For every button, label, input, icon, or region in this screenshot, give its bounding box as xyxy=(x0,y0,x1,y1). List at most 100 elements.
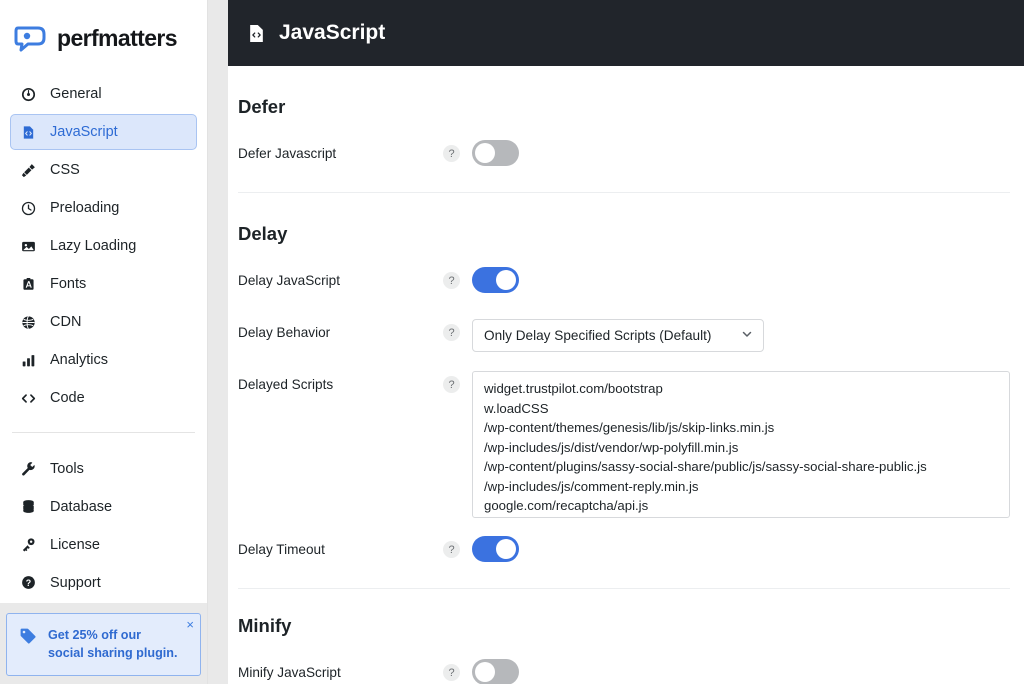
help-icon[interactable]: ? xyxy=(443,324,460,341)
sidebar-item-database[interactable]: Database xyxy=(10,489,197,525)
delay-behavior-select[interactable]: Only Delay Specified Scripts (Default) xyxy=(472,319,764,352)
row-delayed-scripts: Delayed Scripts ? widget.trustpilot.com/… xyxy=(238,371,1010,518)
sidebar: perfmatters General JavaScript CSS Prelo… xyxy=(0,0,208,684)
sidebar-item-label: General xyxy=(50,86,102,102)
sidebar-item-label: Tools xyxy=(50,460,84,477)
sidebar-item-preloading[interactable]: Preloading xyxy=(10,190,197,226)
row-label: Minify JavaScript xyxy=(238,665,341,680)
gauge-icon xyxy=(20,86,37,103)
delayed-script-line: /wp-content/themes/genesis/lib/js/skip-l… xyxy=(484,420,775,435)
help-icon[interactable]: ? xyxy=(443,541,460,558)
sidebar-item-label: Database xyxy=(50,498,113,515)
promo-banner-wrapper: Get 25% off our social sharing plugin. × xyxy=(0,602,207,684)
brand: perfmatters xyxy=(0,0,207,72)
delayed-script-line: w.loadCSS xyxy=(484,400,549,416)
section-minify: Minify Minify JavaScript ? xyxy=(228,589,1024,684)
sidebar-item-label: JavaScript xyxy=(50,124,118,140)
promo-text: Get 25% off our social sharing plugin. xyxy=(48,627,178,660)
settings-content: Defer Defer Javascript ? Delay Delay Jav xyxy=(228,66,1024,684)
help-icon[interactable]: ? xyxy=(443,272,460,289)
delayed-script-line: widget.trustpilot.com/bootstrap xyxy=(484,381,663,396)
toggle-knob xyxy=(496,270,516,290)
brand-name: perfmatters xyxy=(57,24,178,51)
layout-gutter xyxy=(208,0,228,684)
sidebar-item-lazy-loading[interactable]: Lazy Loading xyxy=(10,228,197,264)
sidebar-item-label: Lazy Loading xyxy=(50,238,137,254)
sidebar-item-label: CSS xyxy=(50,162,80,178)
sidebar-item-support[interactable]: ? Support xyxy=(10,565,197,601)
control: Only Delay Specified Scripts (Default) xyxy=(472,319,1010,352)
sidebar-item-code[interactable]: Code xyxy=(10,380,197,416)
image-icon xyxy=(20,238,37,255)
row-delay-timeout: Delay Timeout ? xyxy=(238,536,1010,570)
toggle-knob xyxy=(475,143,495,163)
delay-behavior-value: Only Delay Specified Scripts (Default) xyxy=(484,328,712,343)
database-icon xyxy=(20,498,37,515)
sidebar-item-label: Fonts xyxy=(50,276,87,292)
main-panel: JavaScript Defer Defer Javascript ? Dela… xyxy=(228,0,1024,684)
paintbrush-icon xyxy=(20,162,37,179)
defer-javascript-toggle[interactable] xyxy=(472,140,519,166)
delayed-script-line: /wp-includes/js/comment-reply.min.js xyxy=(484,478,699,494)
sidebar-item-label: Code xyxy=(50,390,85,406)
sidebar-item-license[interactable]: License xyxy=(10,527,197,563)
font-icon xyxy=(20,276,37,293)
help-icon[interactable]: ? xyxy=(443,664,460,681)
chevron-down-icon xyxy=(741,328,753,343)
sidebar-item-analytics[interactable]: Analytics xyxy=(10,342,197,378)
app-root: perfmatters General JavaScript CSS Prelo… xyxy=(0,0,1024,684)
sidebar-item-label: Analytics xyxy=(50,352,109,368)
help-icon[interactable]: ? xyxy=(443,376,460,393)
delayed-scripts-textarea[interactable]: widget.trustpilot.com/bootstrap w.loadCSS… xyxy=(472,371,1010,518)
row-delay-javascript: Delay JavaScript ? xyxy=(238,267,1010,301)
file-code-icon xyxy=(248,22,267,44)
control xyxy=(472,140,1010,171)
question-mark-icon: ? xyxy=(20,574,37,591)
sidebar-item-javascript[interactable]: JavaScript xyxy=(10,114,197,150)
section-title-delay: Delay xyxy=(238,223,288,244)
row-defer-javascript: Defer Javascript ? xyxy=(238,140,1010,174)
delayed-script-line: /wp-content/plugins/sassy-social-share/p… xyxy=(484,459,927,474)
sidebar-item-label: CDN xyxy=(50,314,82,330)
toggle-knob xyxy=(475,662,495,682)
sidebar-item-label: Support xyxy=(50,574,101,591)
sidebar-item-label: Preloading xyxy=(50,200,120,216)
close-icon[interactable]: × xyxy=(186,618,194,631)
section-defer: Defer Defer Javascript ? xyxy=(228,66,1024,174)
minify-javascript-toggle[interactable] xyxy=(472,659,519,684)
perfmatters-logo-icon xyxy=(14,24,48,52)
clock-icon xyxy=(20,200,37,217)
row-delay-behavior: Delay Behavior ? Only Delay Specified Sc… xyxy=(238,319,1010,353)
page-header: JavaScript xyxy=(228,0,1024,66)
sidebar-nav-secondary: Tools Database License ? Support xyxy=(0,447,207,603)
delay-timeout-toggle[interactable] xyxy=(472,536,519,562)
wrench-icon xyxy=(20,460,37,477)
delayed-script-line: /wp-includes/js/dist/vendor/wp-polyfill.… xyxy=(484,439,739,455)
section-title-minify: Minify xyxy=(238,615,292,636)
sidebar-item-label: License xyxy=(50,536,100,553)
control xyxy=(472,267,1010,298)
control xyxy=(472,659,1010,684)
file-code-icon xyxy=(20,124,37,141)
row-label: Delayed Scripts xyxy=(238,377,334,392)
row-label: Delay Behavior xyxy=(238,325,331,340)
toggle-knob xyxy=(496,539,516,559)
row-label: Delay Timeout xyxy=(238,542,325,557)
sidebar-item-css[interactable]: CSS xyxy=(10,152,197,188)
sidebar-item-tools[interactable]: Tools xyxy=(10,451,197,487)
globe-icon xyxy=(20,314,37,331)
help-icon[interactable]: ? xyxy=(443,145,460,162)
page-title: JavaScript xyxy=(279,21,386,44)
sidebar-item-cdn[interactable]: CDN xyxy=(10,304,197,340)
row-minify-javascript: Minify JavaScript ? xyxy=(238,659,1010,684)
tag-icon xyxy=(19,627,38,650)
sidebar-item-fonts[interactable]: Fonts xyxy=(10,266,197,302)
code-icon xyxy=(20,390,37,407)
control: widget.trustpilot.com/bootstrap w.loadCSS… xyxy=(472,371,1010,518)
delay-javascript-toggle[interactable] xyxy=(472,267,519,293)
promo-banner[interactable]: Get 25% off our social sharing plugin. × xyxy=(6,612,201,676)
sidebar-nav-primary: General JavaScript CSS Preloading Lazy L… xyxy=(0,72,207,418)
sidebar-item-general[interactable]: General xyxy=(10,76,197,112)
control xyxy=(472,536,1010,567)
row-label: Defer Javascript xyxy=(238,146,337,161)
